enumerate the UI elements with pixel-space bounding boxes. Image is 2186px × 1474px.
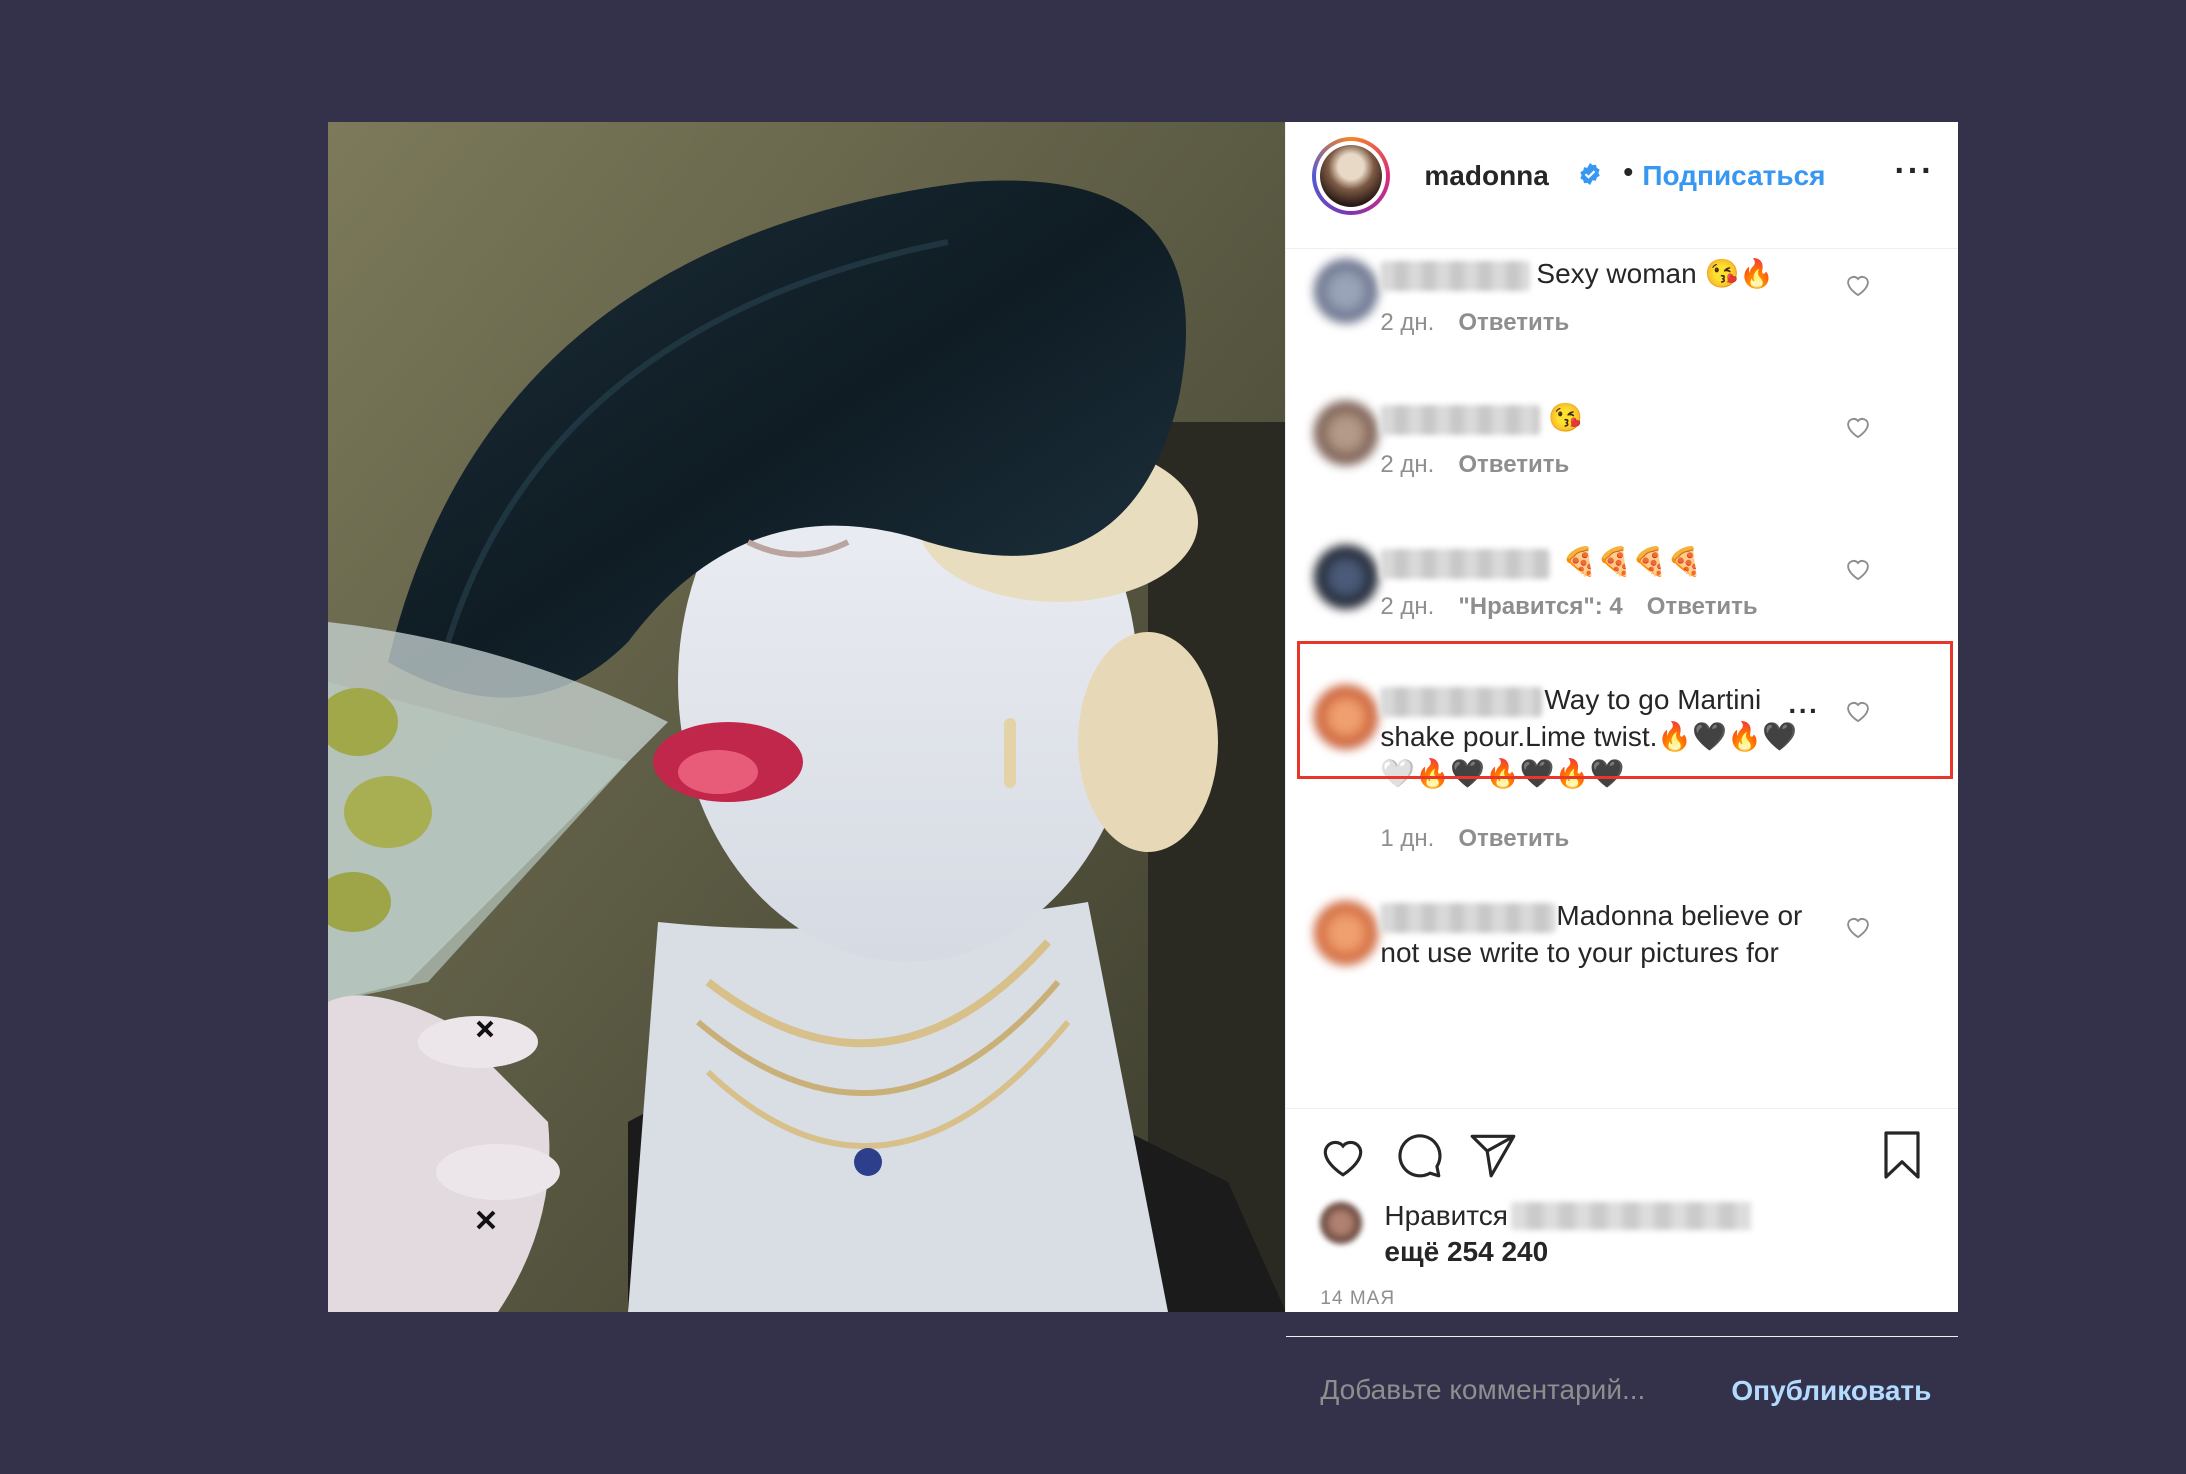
comment-meta: 1 дн. Ответить [1380, 825, 1569, 853]
reply-button[interactable]: Ответить [1458, 309, 1569, 336]
header-separator: • [1623, 156, 1634, 187]
comment-text: Sexy woman 😘🔥 [1536, 258, 1775, 289]
author-username[interactable]: madonna [1424, 160, 1548, 192]
comment-text: 😘 [1548, 402, 1584, 433]
post-side-panel: madonna • Подписаться ··· Sexy woman 😘🔥 … [1285, 122, 1959, 1406]
publish-button[interactable]: Опубликовать [1731, 1375, 1931, 1407]
footer-divider [1286, 1336, 1959, 1337]
add-comment-input[interactable] [1320, 1374, 1681, 1406]
reply-button[interactable]: Ответить [1458, 451, 1569, 478]
commenter-username-blurred[interactable] [1380, 261, 1531, 291]
comment-like-heart-icon[interactable] [1844, 271, 1872, 302]
comment-time: 2 дн. [1380, 451, 1435, 478]
comment-meta: 2 дн. Ответить [1380, 309, 1569, 337]
reply-button[interactable]: Ответить [1458, 825, 1569, 852]
comment-meta: 2 дн. Ответить [1380, 451, 1569, 479]
author-avatar[interactable] [1312, 137, 1391, 215]
commenter-avatar[interactable] [1314, 401, 1379, 465]
send-icon[interactable] [1468, 1130, 1518, 1185]
commenter-avatar[interactable] [1314, 901, 1379, 965]
comments-list[interactable]: Sexy woman 😘🔥 2 дн. Ответить 😘 2 дн. Ответ… [1286, 249, 1958, 1107]
comment-text: Madonna believe or not use write to your… [1380, 900, 1803, 968]
photo-illustration [328, 122, 1286, 1312]
likes-prefix: Нравится [1384, 1200, 1508, 1231]
comment-time: 2 дн. [1380, 309, 1435, 336]
bookmark-icon[interactable] [1878, 1128, 1926, 1187]
comment-time: 1 дн. [1380, 825, 1435, 852]
comment-likes-count[interactable]: "Нравится": 4 [1458, 593, 1622, 620]
liker-avatar[interactable] [1320, 1202, 1363, 1244]
reply-button[interactable]: Ответить [1647, 593, 1758, 620]
heart-icon[interactable] [1318, 1132, 1368, 1183]
comment-icon[interactable] [1394, 1130, 1444, 1185]
post-photo[interactable] [328, 122, 1286, 1312]
comment-like-heart-icon[interactable] [1844, 555, 1872, 586]
verified-badge-icon [1578, 162, 1602, 191]
likes-count[interactable]: ещё 254 240 [1384, 1236, 1548, 1268]
commenter-username-blurred[interactable] [1380, 549, 1551, 579]
comment-meta: 2 дн. "Нравится": 4 Ответить [1380, 593, 1757, 621]
post-header: madonna • Подписаться ··· [1286, 122, 1959, 249]
commenter-avatar[interactable] [1314, 259, 1379, 323]
highlight-box [1297, 641, 1954, 779]
follow-button[interactable]: Подписаться [1642, 160, 1825, 192]
more-horizontal-icon[interactable]: ··· [1894, 152, 1934, 191]
comment-like-heart-icon[interactable] [1844, 413, 1872, 444]
post-date[interactable]: 14 МАЯ [1320, 1288, 1395, 1310]
comment-text: 🍕🍕🍕🍕 [1562, 546, 1702, 577]
comment-time: 2 дн. [1380, 593, 1435, 620]
comment-like-heart-icon[interactable] [1844, 913, 1872, 944]
instagram-post: madonna • Подписаться ··· Sexy woman 😘🔥 … [328, 122, 1959, 1406]
commenter-avatar[interactable] [1314, 545, 1379, 609]
liker-username-blurred[interactable] [1511, 1202, 1752, 1230]
actions-divider [1286, 1108, 1959, 1109]
commenter-username-blurred[interactable] [1380, 405, 1541, 435]
